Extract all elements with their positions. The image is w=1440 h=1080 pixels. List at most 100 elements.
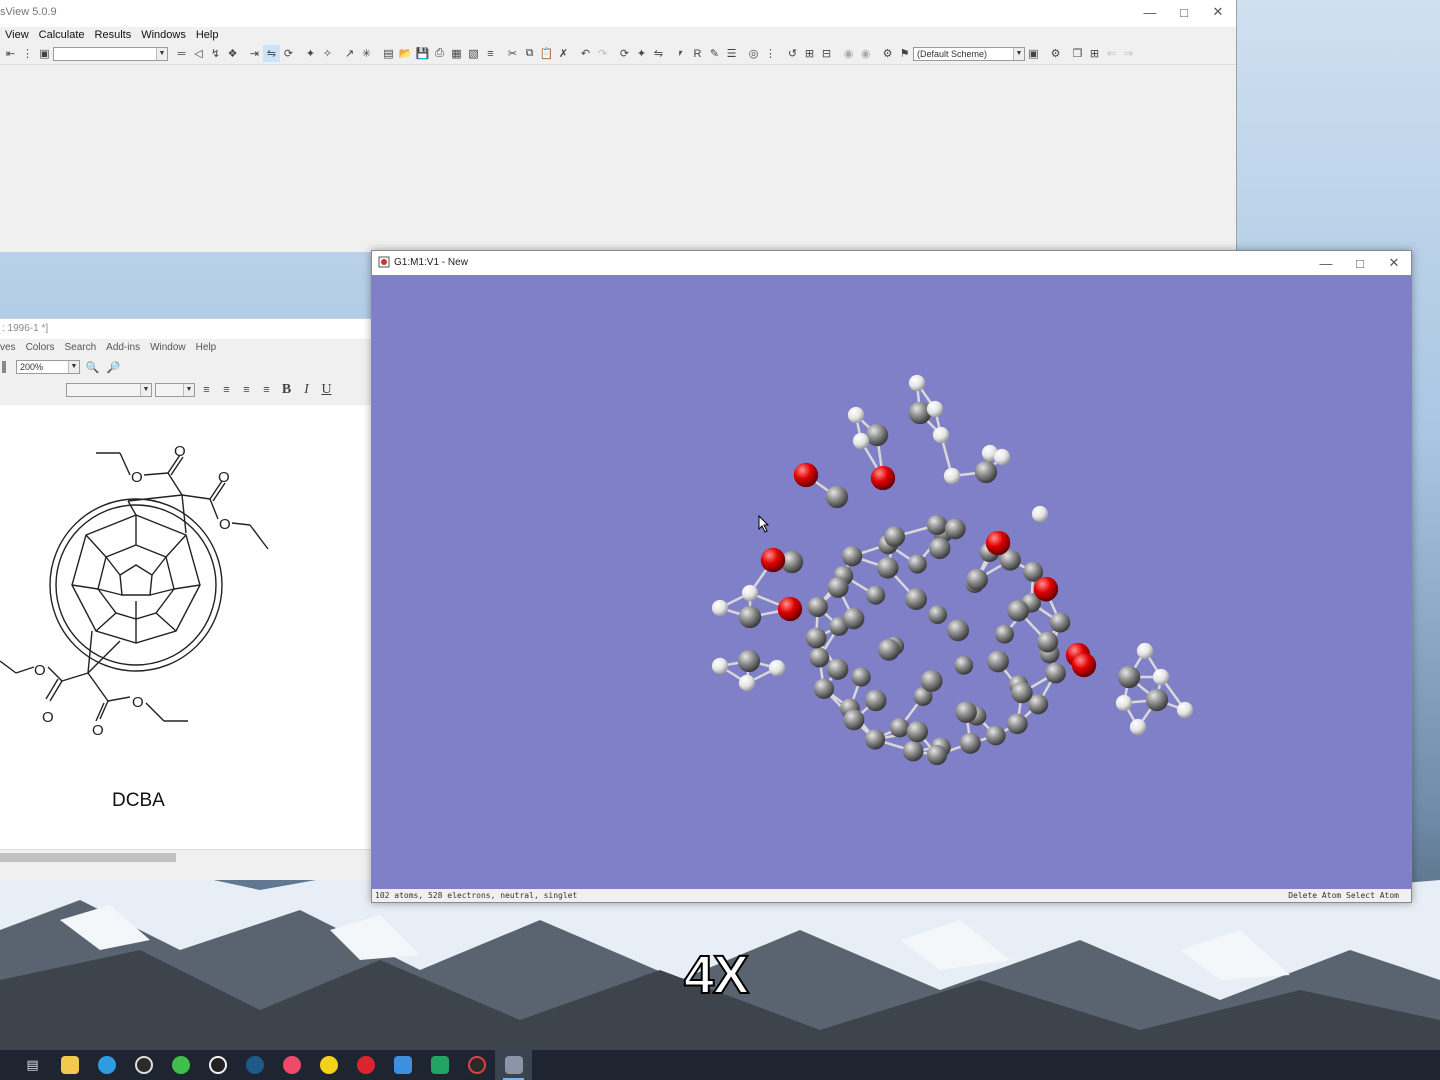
carbon-atom[interactable] (955, 701, 977, 723)
edge-icon[interactable] (88, 1050, 125, 1080)
dihedral-icon[interactable]: ↯ (207, 45, 224, 62)
menu-colors[interactable]: Colors (21, 340, 60, 356)
underline-icon[interactable]: U (318, 382, 335, 399)
redo-icon[interactable]: ↷ (594, 45, 611, 62)
residue-icon[interactable]: R (689, 45, 706, 62)
fragment-icon[interactable]: ▣ (36, 45, 53, 62)
oxygen-atom[interactable] (777, 596, 803, 622)
inquire-icon[interactable]: ❖ (224, 45, 241, 62)
carbon-atom[interactable] (877, 557, 899, 579)
layer-icon[interactable]: ☰ (723, 45, 740, 62)
carbon-atom[interactable] (920, 669, 943, 692)
color-icon[interactable]: ⚑ (896, 45, 913, 62)
menu-window[interactable]: Window (145, 340, 191, 356)
zoom-out-icon[interactable]: 🔎 (105, 359, 122, 376)
carbon-atom[interactable] (966, 568, 988, 591)
carbon-atom[interactable] (865, 689, 887, 712)
carbon-atom[interactable] (843, 709, 865, 731)
hydrogen-atom[interactable] (932, 426, 950, 444)
carbon-atom[interactable] (908, 401, 932, 425)
carbon-atom[interactable] (877, 638, 900, 661)
carbon-atom[interactable] (906, 720, 929, 743)
carbon-atom[interactable] (905, 588, 928, 611)
hydrogen-atom[interactable] (847, 406, 865, 424)
carbon-atom[interactable] (841, 545, 863, 567)
carbon-atom[interactable] (809, 647, 830, 668)
carbon-atom[interactable] (907, 554, 927, 574)
oxygen-atom[interactable] (1033, 576, 1059, 602)
menu-results[interactable]: Results (90, 27, 137, 43)
oxygen-atom[interactable] (1071, 652, 1097, 678)
print-icon[interactable]: ⎙ (431, 45, 448, 62)
zoom-select[interactable]: 200% ▼ (16, 360, 80, 374)
open-icon[interactable]: 📂 (397, 45, 414, 62)
carbon-atom[interactable] (1007, 599, 1029, 622)
carbon-atom[interactable] (738, 605, 762, 629)
carbon-atom[interactable] (807, 596, 828, 617)
menu-calculate[interactable]: Calculate (34, 27, 90, 43)
hydrogen-atom[interactable] (852, 432, 870, 450)
carbon-atom[interactable] (947, 619, 970, 642)
maximize-button[interactable]: □ (1167, 0, 1201, 24)
oxygen-atom[interactable] (793, 462, 819, 488)
hydrogen-atom[interactable] (768, 659, 786, 677)
carbon-atom[interactable] (926, 744, 948, 766)
menu-help[interactable]: Help (191, 340, 222, 356)
align-right-icon[interactable]: ≡ (238, 382, 255, 399)
bold-icon[interactable]: B (278, 382, 295, 399)
forward-icon[interactable]: ⇒ (1120, 45, 1137, 62)
maximize-button[interactable]: □ (1343, 251, 1377, 275)
menu-add-ins[interactable]: Add-ins (101, 340, 145, 356)
hydrogen-atom[interactable] (993, 448, 1011, 466)
fragment-select[interactable]: ▼ (53, 46, 168, 61)
carbon-atom[interactable] (987, 650, 1009, 673)
excel-icon[interactable] (421, 1050, 458, 1080)
scheme-edit-icon[interactable]: ▣ (1025, 45, 1042, 62)
display-icon[interactable]: ⚙ (879, 45, 896, 62)
oxygen-atom[interactable] (870, 465, 896, 491)
font-select[interactable]: ▼ (66, 383, 152, 397)
cut-icon[interactable]: ✂ (504, 45, 521, 62)
windows-cascade-icon[interactable]: ❐ (1069, 45, 1086, 62)
carbon-atom[interactable] (1037, 631, 1059, 653)
builder-icon[interactable]: ⇤ (2, 45, 19, 62)
carbon-atom[interactable] (827, 658, 849, 680)
menu-view[interactable]: View (0, 27, 34, 43)
hydrogen-atom[interactable] (738, 674, 756, 692)
center-icon[interactable]: ◎ (745, 45, 762, 62)
hydrogen-atom[interactable] (1129, 718, 1147, 736)
molecule-3d-view[interactable] (372, 275, 1411, 889)
music-icon[interactable] (273, 1050, 310, 1080)
undo-icon[interactable]: ↶ (577, 45, 594, 62)
hydrogen-atom[interactable] (943, 467, 961, 485)
list-icon[interactable]: ≡ (482, 45, 499, 62)
clean-icon[interactable]: ⟳ (280, 45, 297, 62)
steam-icon[interactable] (236, 1050, 273, 1080)
add-h-icon[interactable]: ✦ (302, 45, 319, 62)
carbon-atom[interactable] (1050, 612, 1071, 633)
carbon-atom[interactable] (985, 725, 1006, 746)
select-icon[interactable]: ↗ (341, 45, 358, 62)
select-region-icon[interactable]: ✳ (358, 45, 375, 62)
mirror-icon[interactable]: ⇥ (246, 45, 263, 62)
netease-music-icon[interactable] (347, 1050, 384, 1080)
new-icon[interactable]: ▤ (380, 45, 397, 62)
symmetry-icon[interactable]: ⇋ (263, 45, 280, 62)
back-icon[interactable]: ⇐ (1103, 45, 1120, 62)
menu-help[interactable]: Help (191, 27, 224, 43)
carbon-atom[interactable] (865, 729, 886, 750)
carbon-atom[interactable] (1117, 665, 1141, 689)
delete-icon[interactable]: ✗ (555, 45, 572, 62)
carbon-atom[interactable] (737, 649, 761, 673)
close-button[interactable]: ✕ (1377, 251, 1411, 275)
carbon-atom[interactable] (974, 460, 998, 484)
minimize-button[interactable]: — (1309, 251, 1343, 275)
carbon-atom[interactable] (1045, 662, 1066, 684)
hydrogen-atom[interactable] (1176, 701, 1194, 719)
view-reset-icon[interactable]: ↺ (784, 45, 801, 62)
split-icon[interactable]: ⊟ (818, 45, 835, 62)
hydrogen-atom[interactable] (926, 400, 944, 418)
qq-icon[interactable] (199, 1050, 236, 1080)
pin-icon[interactable]: ⋮ (19, 45, 36, 62)
copy-icon[interactable]: ⧉ (521, 45, 538, 62)
